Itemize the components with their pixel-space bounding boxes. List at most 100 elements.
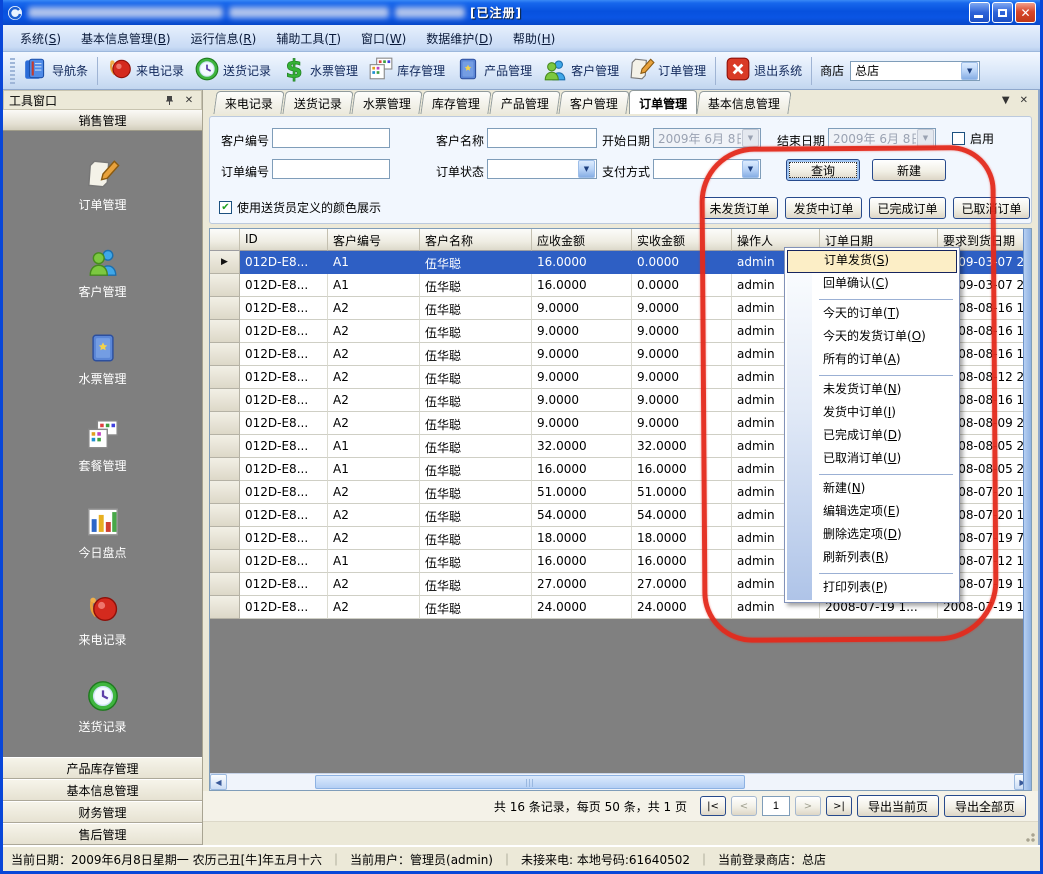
sidebar-item-water-ticket-mgmt[interactable]: 水票管理	[3, 315, 202, 402]
cell-id: 012D-E8...	[240, 481, 328, 504]
sidebar-item-order-mgmt[interactable]: 订单管理	[3, 141, 202, 228]
shop-select[interactable]: 总店 ▼	[850, 61, 980, 81]
menu-item[interactable]: 发货中订单(I)	[787, 402, 957, 425]
sidebar-item-delivery-record[interactable]: 送货记录	[3, 663, 202, 750]
menu-window[interactable]: 窗口(W)	[352, 27, 415, 50]
menu-item-label: 已完成订单(D)	[823, 428, 902, 442]
menu-item[interactable]: 已取消订单(U)	[787, 448, 957, 471]
vertical-scrollbar[interactable]	[1023, 229, 1031, 790]
sidebar-item-package-mgmt[interactable]: 套餐管理	[3, 402, 202, 489]
col-header-received[interactable]: 实收金额	[632, 229, 732, 251]
menu-item[interactable]: 未发货订单(N)	[787, 379, 957, 402]
order-no-input[interactable]	[272, 159, 390, 179]
tab-call-record[interactable]: 来电记录	[213, 91, 284, 114]
export-current-page-button[interactable]: 导出当前页	[857, 795, 939, 817]
menu-item[interactable]: 今天的订单(T)	[787, 303, 957, 326]
menu-basic-info[interactable]: 基本信息管理(B)	[72, 27, 180, 50]
sidebar-item-customer-mgmt[interactable]: 客户管理	[3, 228, 202, 315]
exit-button[interactable]: 退出系统	[720, 53, 807, 88]
delivery-record-button[interactable]: 送货记录	[189, 53, 276, 88]
end-date-picker[interactable]: 2009年 6月 8日 ▼	[828, 128, 936, 148]
enable-checkbox[interactable]: 启用	[952, 130, 994, 147]
pay-method-select[interactable]: ▼	[653, 159, 761, 179]
shipping-orders-button[interactable]: 发货中订单	[785, 197, 862, 219]
sidebar-item-call-record[interactable]: 来电记录	[3, 576, 202, 663]
col-header-customer-no[interactable]: 客户编号	[328, 229, 420, 251]
menu-item[interactable]: 编辑选定项(E)	[787, 501, 957, 524]
col-header-id[interactable]: ID	[240, 229, 328, 251]
order-button[interactable]: 订单管理	[624, 53, 711, 88]
menu-item[interactable]: 打印列表(P)	[787, 577, 957, 600]
pin-icon[interactable]	[162, 93, 176, 107]
inventory-button[interactable]: 库存管理	[363, 53, 450, 88]
menu-item[interactable]: 所有的订单(A)	[787, 349, 957, 372]
tab-product[interactable]: 产品管理	[489, 91, 560, 114]
menu-item[interactable]: 删除选定项(D)	[787, 524, 957, 547]
prev-page-button[interactable]: <	[731, 796, 757, 816]
minimize-button[interactable]	[969, 2, 990, 23]
resize-grip[interactable]	[1022, 829, 1036, 843]
tab-customer[interactable]: 客户管理	[558, 91, 629, 114]
tab-basic-info[interactable]: 基本信息管理	[696, 91, 791, 114]
menu-item[interactable]: 回单确认(C)	[787, 273, 957, 296]
delivery-color-checkbox[interactable]: ✔ 使用送货员定义的颜色展示	[219, 199, 381, 216]
sidebar-group-product-inventory[interactable]: 产品库存管理	[3, 757, 202, 779]
cell-receivable: 9.0000	[532, 320, 632, 343]
menu-help[interactable]: 帮助(H)	[504, 27, 564, 50]
first-page-button[interactable]: |<	[700, 796, 726, 816]
menu-item[interactable]: 新建(N)	[787, 478, 957, 501]
cell-received: 9.0000	[632, 297, 732, 320]
water-ticket-button[interactable]: $ 水票管理	[276, 53, 363, 88]
sidebar-group-basic-info[interactable]: 基本信息管理	[3, 779, 202, 801]
menu-run-info[interactable]: 运行信息(R)	[182, 27, 266, 50]
menu-item[interactable]: 今天的发货订单(O)	[787, 326, 957, 349]
horizontal-scrollbar[interactable]: ◀ ▶	[210, 773, 1031, 790]
query-button[interactable]: 查询	[786, 159, 860, 181]
export-all-pages-button[interactable]: 导出全部页	[944, 795, 1026, 817]
tab-close-icon[interactable]: ✕	[1020, 95, 1028, 106]
sidebar-item-today-stocktake[interactable]: 今日盘点	[3, 489, 202, 576]
start-date-picker[interactable]: 2009年 6月 8日 ▼	[653, 128, 761, 148]
close-icon[interactable]: ✕	[182, 93, 196, 107]
new-button[interactable]: 新建	[872, 159, 946, 181]
sidebar-group-after-sales[interactable]: 售后管理	[3, 823, 202, 845]
scrollbar-thumb[interactable]	[315, 775, 745, 789]
cell-customer-name: 伍华聪	[420, 366, 532, 389]
tab-water-ticket[interactable]: 水票管理	[351, 91, 422, 114]
menu-aux-tools[interactable]: 辅助工具(T)	[267, 27, 350, 50]
customer-button[interactable]: 客户管理	[537, 53, 624, 88]
tab-overflow-icon[interactable]: ▼	[1002, 95, 1010, 106]
chevron-down-icon: ▼	[578, 160, 595, 178]
svg-text:$: $	[285, 56, 302, 82]
call-record-button[interactable]: 来电记录	[102, 53, 189, 88]
unshipped-orders-button[interactable]: 未发货订单	[701, 197, 778, 219]
next-page-button[interactable]: >	[795, 796, 821, 816]
menu-item[interactable]: 已完成订单(D)	[787, 425, 957, 448]
customer-no-input[interactable]	[272, 128, 390, 148]
sidebar-group-finance[interactable]: 财务管理	[3, 801, 202, 823]
order-status-select[interactable]: ▼	[487, 159, 597, 179]
menu-data-maintain[interactable]: 数据维护(D)	[417, 27, 502, 50]
cancelled-orders-button[interactable]: 已取消订单	[953, 197, 1030, 219]
customer-name-label: 客户名称	[436, 132, 484, 149]
col-header-receivable[interactable]: 应收金额	[532, 229, 632, 251]
col-header-customer-name[interactable]: 客户名称	[420, 229, 532, 251]
page-number-input[interactable]	[762, 796, 790, 816]
scroll-left-icon[interactable]: ◀	[210, 774, 227, 790]
menu-system[interactable]: 系统(S)	[11, 27, 70, 50]
close-button[interactable]: ✕	[1015, 2, 1036, 23]
menu-item[interactable]: 订单发货(S)	[787, 250, 957, 273]
col-header-indicator[interactable]	[210, 229, 240, 251]
maximize-button[interactable]	[992, 2, 1013, 23]
tab-delivery-record[interactable]: 送货记录	[282, 91, 353, 114]
sidebar-group-sales[interactable]: 销售管理	[3, 110, 202, 131]
status-divider: ｜	[501, 851, 513, 868]
customer-name-input[interactable]	[487, 128, 597, 148]
menu-item[interactable]: 刷新列表(R)	[787, 547, 957, 570]
tab-inventory[interactable]: 库存管理	[420, 91, 491, 114]
tab-order-mgmt[interactable]: 订单管理	[629, 90, 697, 114]
nav-bar-button[interactable]: 导航条	[18, 53, 93, 88]
last-page-button[interactable]: >|	[826, 796, 852, 816]
completed-orders-button[interactable]: 已完成订单	[869, 197, 946, 219]
product-button[interactable]: 产品管理	[450, 53, 537, 88]
